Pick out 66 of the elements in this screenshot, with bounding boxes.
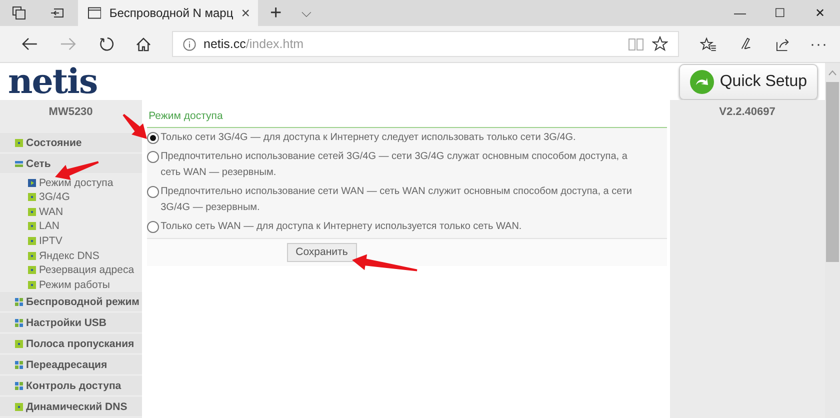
square-icon	[15, 402, 23, 410]
page-icon	[88, 7, 102, 19]
refresh-icon[interactable]	[98, 36, 114, 52]
annotation-arrow	[122, 114, 147, 139]
menu-item[interactable]: Контроль доступа	[0, 376, 142, 395]
submenu-item[interactable]: Режим доступа	[0, 175, 142, 190]
minimize-button[interactable]: —	[720, 0, 760, 26]
submenu-item[interactable]: Режим работы	[0, 277, 142, 292]
square-icon	[28, 222, 36, 230]
menu-item[interactable]: Динамический DNS	[0, 397, 142, 416]
menu-item[interactable]: Настройки USB	[0, 313, 142, 332]
panel-title: Режим доступа	[146, 106, 667, 128]
square-icon	[28, 252, 36, 260]
submenu-item[interactable]: 3G/4G	[0, 190, 142, 204]
scrollbar[interactable]	[825, 63, 840, 418]
model-name: MW5230	[48, 106, 93, 118]
favorites-icon[interactable]	[700, 36, 718, 52]
option-label: Только сеть WAN — для доступа к Интернету используется только сеть WAN.	[160, 220, 522, 234]
home-icon[interactable]	[136, 36, 151, 52]
menu-item[interactable]: Состояние	[0, 133, 142, 152]
star-icon[interactable]	[652, 36, 668, 52]
submenu-item[interactable]: Резервация адреса	[0, 262, 142, 278]
square-icon	[15, 340, 23, 348]
radio-button[interactable]	[146, 221, 159, 234]
menu-item[interactable]: Беспроводной режим	[0, 292, 142, 311]
option-label: Предпочтительно использование сетей 3G/4G — сети 3G/4G служат основным способом доступа, а сеть WAN — резервным.	[160, 150, 628, 180]
tab-title: Беспроводной N марц	[109, 6, 234, 20]
radio-button[interactable]	[146, 151, 159, 164]
quick-setup-button[interactable]: Quick Setup	[678, 64, 818, 100]
annotation-arrow	[55, 161, 99, 180]
new-tab-button[interactable]: +	[258, 0, 294, 26]
submenu-item[interactable]: WAN	[0, 204, 142, 220]
tab-list-button[interactable]: ⌵	[294, 0, 320, 26]
submenu-item[interactable]: Яндекс DNS	[0, 248, 142, 263]
menu-item[interactable]: Переадресация	[0, 355, 142, 374]
annotation-arrow	[352, 254, 418, 272]
radio-button[interactable]	[146, 132, 159, 144]
back-icon[interactable]	[21, 37, 38, 51]
submenu-item[interactable]: IPTV	[0, 234, 142, 248]
share-icon[interactable]	[776, 36, 792, 52]
tabs-aside-icon[interactable]	[12, 6, 26, 20]
close-tab-button[interactable]: ×	[241, 4, 250, 22]
browser-tab[interactable]: Беспроводной N марц ×	[78, 0, 258, 26]
save-button[interactable]: Сохранить	[286, 242, 357, 262]
more-button[interactable]: ···	[802, 36, 836, 52]
square-icon	[28, 208, 36, 216]
close-button[interactable]: ✕	[800, 0, 840, 26]
firmware-version: V2.2.40697	[718, 105, 776, 118]
maximize-button[interactable]: ☐	[760, 0, 800, 26]
option-label: Предпочтительно использование сети WAN — сеть WAN служит основным способом доступа, а сети 3G/4G — резервным.	[160, 185, 633, 216]
logo: netis	[8, 64, 98, 99]
menu-item[interactable]: Сеть	[0, 154, 142, 174]
option-label: Только сети 3G/4G — для доступа к Интернету следует использовать только сети 3G/4G.	[160, 131, 576, 146]
square-icon	[15, 138, 23, 147]
tab-restore-icon[interactable]	[50, 6, 64, 20]
play-icon	[28, 178, 36, 187]
radio-button[interactable]	[146, 186, 159, 198]
menu-item[interactable]: Полоса пропускания	[0, 334, 142, 353]
square-icon	[28, 266, 36, 274]
info-icon	[182, 38, 196, 50]
address-field[interactable]: netis.cc/index.htm	[172, 31, 680, 57]
scroll-thumb[interactable]	[826, 82, 839, 262]
square-icon	[28, 236, 36, 245]
submenu-item[interactable]: LAN	[0, 219, 142, 234]
square-icon	[28, 280, 36, 289]
square-icon	[28, 193, 36, 202]
